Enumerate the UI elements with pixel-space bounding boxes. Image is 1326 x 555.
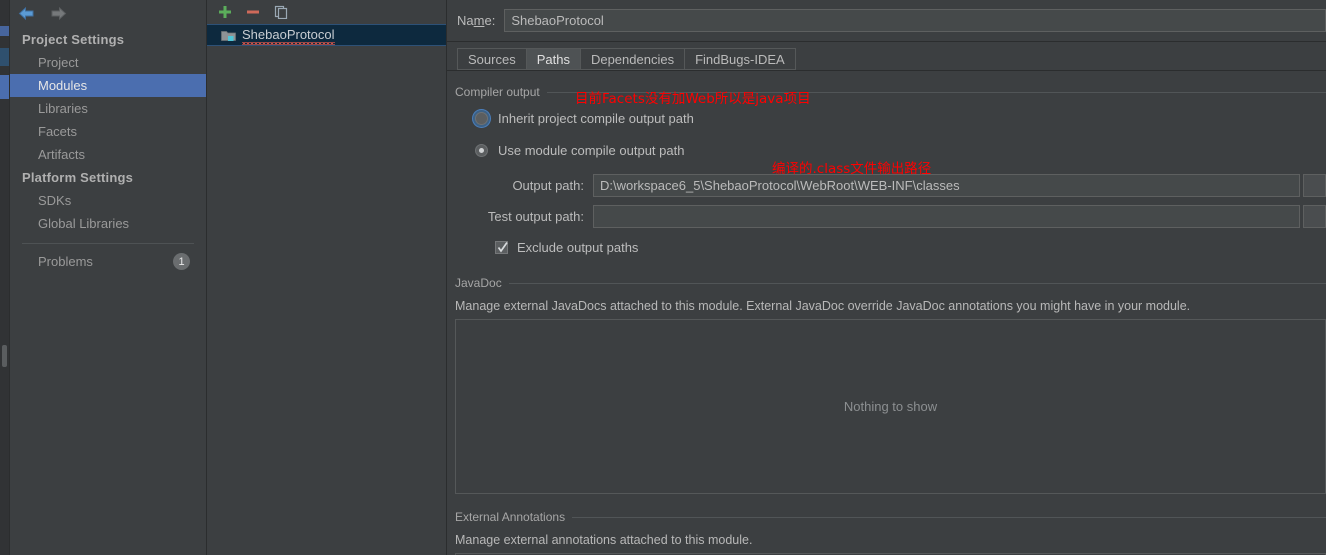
background-accent-selected <box>0 75 9 99</box>
radio-inherit-output[interactable] <box>475 112 488 125</box>
module-icon <box>221 29 236 42</box>
minus-icon[interactable] <box>244 3 262 21</box>
test-output-path-row: Test output path: <box>447 204 1326 228</box>
external-annotations-description: Manage external annotations attached to … <box>447 533 1326 547</box>
paths-tab-content: Compiler output Inherit project compile … <box>447 85 1326 555</box>
modules-tree-panel: ShebaoProtocol <box>206 0 447 555</box>
annotation-output-path-note: 编译的.class文件输出路径 <box>772 157 931 177</box>
arrow-right-icon[interactable] <box>48 4 68 22</box>
inherit-output-path-option[interactable]: Inherit project compile output path <box>447 107 1326 129</box>
test-output-path-input[interactable] <box>593 205 1300 228</box>
tab-paths[interactable]: Paths <box>526 48 580 70</box>
sidebar-item-sdks[interactable]: SDKs <box>10 189 206 212</box>
checkbox-exclude-output-paths[interactable] <box>495 241 508 254</box>
group-divider-line <box>455 283 1326 284</box>
use-module-output-label: Use module compile output path <box>498 143 684 158</box>
tab-findbugs-idea[interactable]: FindBugs-IDEA <box>684 48 796 70</box>
background-accent-b <box>0 48 9 66</box>
plus-icon[interactable] <box>216 3 234 21</box>
sidebar-item-facets[interactable]: Facets <box>10 120 206 143</box>
test-output-path-browse-button[interactable] <box>1303 205 1326 228</box>
copy-icon[interactable] <box>272 3 290 21</box>
modules-tree: ShebaoProtocol <box>207 24 446 46</box>
project-structure-dialog: Project Settings Project Modules Librari… <box>0 0 1326 555</box>
module-detail-panel: Name: ShebaoProtocol Sources Paths Depen… <box>447 0 1326 555</box>
annotation-facets-note: 目前Facets没有加Web所以是java项目 <box>575 87 811 107</box>
module-name-value: ShebaoProtocol <box>511 13 604 28</box>
sidebar-navigation-bar <box>10 0 206 26</box>
compiler-output-title: Compiler output <box>455 85 547 99</box>
sidebar-group-platform-settings: Platform Settings <box>10 166 206 189</box>
module-name-input[interactable]: ShebaoProtocol <box>504 9 1326 32</box>
javadoc-description: Manage external JavaDocs attached to thi… <box>447 299 1326 313</box>
sidebar-item-global-libraries[interactable]: Global Libraries <box>10 212 206 235</box>
sidebar-item-project[interactable]: Project <box>10 51 206 74</box>
tab-dependencies[interactable]: Dependencies <box>580 48 684 70</box>
exclude-output-paths-row[interactable]: Exclude output paths <box>447 236 1326 258</box>
exclude-output-paths-label: Exclude output paths <box>517 240 638 255</box>
output-path-browse-button[interactable] <box>1303 174 1326 197</box>
output-path-value: D:\workspace6_5\ShebaoProtocol\WebRoot\W… <box>600 178 960 193</box>
sidebar-item-list: Project Settings Project Modules Librari… <box>10 26 206 274</box>
sidebar-item-libraries[interactable]: Libraries <box>10 97 206 120</box>
sidebar-item-label: Problems <box>38 254 173 269</box>
sidebar-item-modules[interactable]: Modules <box>10 74 206 97</box>
problems-count-badge: 1 <box>173 253 190 270</box>
module-name-label: Name: <box>457 13 495 28</box>
test-output-path-label: Test output path: <box>447 209 593 224</box>
modules-toolbar <box>207 0 446 24</box>
settings-sidebar: Project Settings Project Modules Librari… <box>10 0 206 555</box>
javadoc-list[interactable]: Nothing to show <box>455 319 1326 494</box>
radio-use-module-output[interactable] <box>475 144 488 157</box>
module-tabs: Sources Paths Dependencies FindBugs-IDEA <box>447 42 1326 71</box>
arrow-left-icon[interactable] <box>16 4 36 22</box>
javadoc-empty-message: Nothing to show <box>844 399 937 414</box>
javadoc-title: JavaDoc <box>455 276 509 290</box>
background-window-edge <box>0 0 10 555</box>
module-name-row: Name: ShebaoProtocol <box>447 0 1326 42</box>
inherit-output-label: Inherit project compile output path <box>498 111 694 126</box>
javadoc-group: JavaDoc Manage external JavaDocs attache… <box>447 276 1326 494</box>
output-path-label: Output path: <box>447 178 593 193</box>
external-annotations-group: External Annotations Manage external ann… <box>447 510 1326 555</box>
sidebar-item-problems[interactable]: Problems 1 <box>10 244 206 274</box>
external-annotations-title: External Annotations <box>455 510 572 524</box>
group-divider-line <box>455 517 1326 518</box>
tab-sources[interactable]: Sources <box>457 48 526 70</box>
sidebar-group-project-settings: Project Settings <box>10 28 206 51</box>
tree-item-module[interactable]: ShebaoProtocol <box>207 24 446 46</box>
tree-item-label: ShebaoProtocol <box>242 27 335 44</box>
sidebar-item-artifacts[interactable]: Artifacts <box>10 143 206 166</box>
background-accent-a <box>0 26 9 36</box>
background-scrollbar-handle[interactable] <box>2 345 7 367</box>
output-path-input[interactable]: D:\workspace6_5\ShebaoProtocol\WebRoot\W… <box>593 174 1300 197</box>
